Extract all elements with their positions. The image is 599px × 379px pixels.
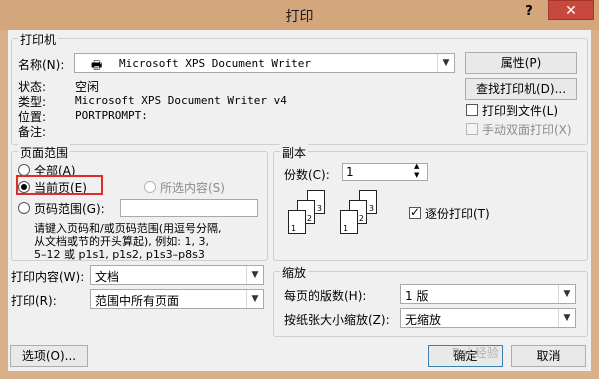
find-printer-button[interactable]: 查找打印机(D)... — [465, 78, 577, 100]
print-value: 范围中所有页面 — [95, 294, 180, 308]
copies-count-input[interactable]: 1 ▲ ▼ — [342, 162, 428, 181]
print-what-value: 文档 — [95, 270, 120, 284]
chevron-down-icon: ▼ — [558, 285, 575, 303]
printer-name-label: 名称(N): — [18, 58, 65, 72]
chevron-down-icon: ▼ — [246, 290, 263, 308]
manual-duplex-checkbox[interactable] — [466, 123, 478, 135]
page-range-input[interactable] — [120, 199, 258, 217]
print-select[interactable]: 范围中所有页面 ▼ — [90, 289, 264, 309]
chevron-down-icon: ▼ — [437, 54, 454, 72]
scale-label: 按纸张大小缩放(Z): — [284, 313, 390, 327]
pages-per-sheet-value: 1 版 — [405, 289, 429, 303]
chevron-down-icon: ▼ — [246, 266, 263, 284]
printer-name-value: Microsoft XPS Document Writer — [119, 57, 312, 70]
pages-per-sheet-label: 每页的版数(H): — [284, 289, 367, 303]
options-button[interactable]: 选项(O)... — [10, 345, 88, 367]
title-bar: 打印 ? ✕ — [0, 0, 599, 30]
range-pages-radio[interactable] — [18, 202, 30, 214]
print-what-label: 打印内容(W): — [11, 270, 85, 284]
cancel-button[interactable]: 取消 — [511, 345, 586, 367]
copies-group-title: 副本 — [280, 144, 309, 161]
printer-name-select[interactable]: 🖶 Microsoft XPS Document Writer ▼ — [74, 53, 455, 73]
watermark: Bai 经验 — [452, 346, 499, 360]
print-label: 打印(R): — [11, 294, 57, 308]
range-hint-line3: 5–12 或 p1s1, p1s2, p1s3–p8s3 — [34, 248, 205, 261]
scale-value: 无缩放 — [405, 313, 442, 327]
spinner-up-icon[interactable]: ▲ — [414, 162, 419, 170]
properties-button[interactable]: 属性(P) — [465, 52, 577, 74]
chevron-down-icon: ▼ — [558, 309, 575, 327]
status-value: 空闲 — [75, 80, 100, 94]
range-selection-label[interactable]: 所选内容(S) — [160, 179, 225, 196]
range-selection-radio[interactable] — [144, 181, 156, 193]
scale-select[interactable]: 无缩放 ▼ — [400, 308, 576, 328]
copies-count-label: 份数(C): — [284, 168, 330, 182]
page-icon: 1 — [340, 210, 358, 234]
location-value: PORTPROMPT: — [75, 109, 148, 122]
collate-label[interactable]: 逐份打印(T) — [425, 205, 490, 222]
page-icon: 1 — [288, 210, 306, 234]
copies-count-value: 1 — [346, 165, 354, 179]
printer-icon: 🖶 — [91, 58, 103, 72]
zoom-group-title: 缩放 — [280, 264, 309, 281]
print-to-file-checkbox[interactable] — [466, 104, 478, 116]
print-what-select[interactable]: 文档 ▼ — [90, 265, 264, 285]
close-button[interactable]: ✕ — [548, 0, 594, 20]
range-pages-label[interactable]: 页码范围(G): — [34, 200, 105, 217]
page-range-group-title: 页面范围 — [18, 144, 71, 161]
pages-per-sheet-select[interactable]: 1 版 ▼ — [400, 284, 576, 304]
spinner-down-icon[interactable]: ▼ — [414, 171, 419, 179]
help-button[interactable]: ? — [518, 4, 540, 22]
comment-label: 备注: — [18, 125, 47, 139]
manual-duplex-label[interactable]: 手动双面打印(X) — [482, 121, 572, 138]
annotation-highlight-box — [16, 175, 103, 195]
printer-group-title: 打印机 — [18, 31, 59, 48]
dialog-title: 打印 — [285, 9, 314, 25]
print-to-file-label[interactable]: 打印到文件(L) — [482, 102, 558, 119]
type-value: Microsoft XPS Document Writer v4 — [75, 94, 287, 107]
dialog-body: 打印机 名称(N): 🖶 Microsoft XPS Document Writ… — [8, 30, 591, 371]
collate-checkbox[interactable] — [409, 205, 421, 219]
